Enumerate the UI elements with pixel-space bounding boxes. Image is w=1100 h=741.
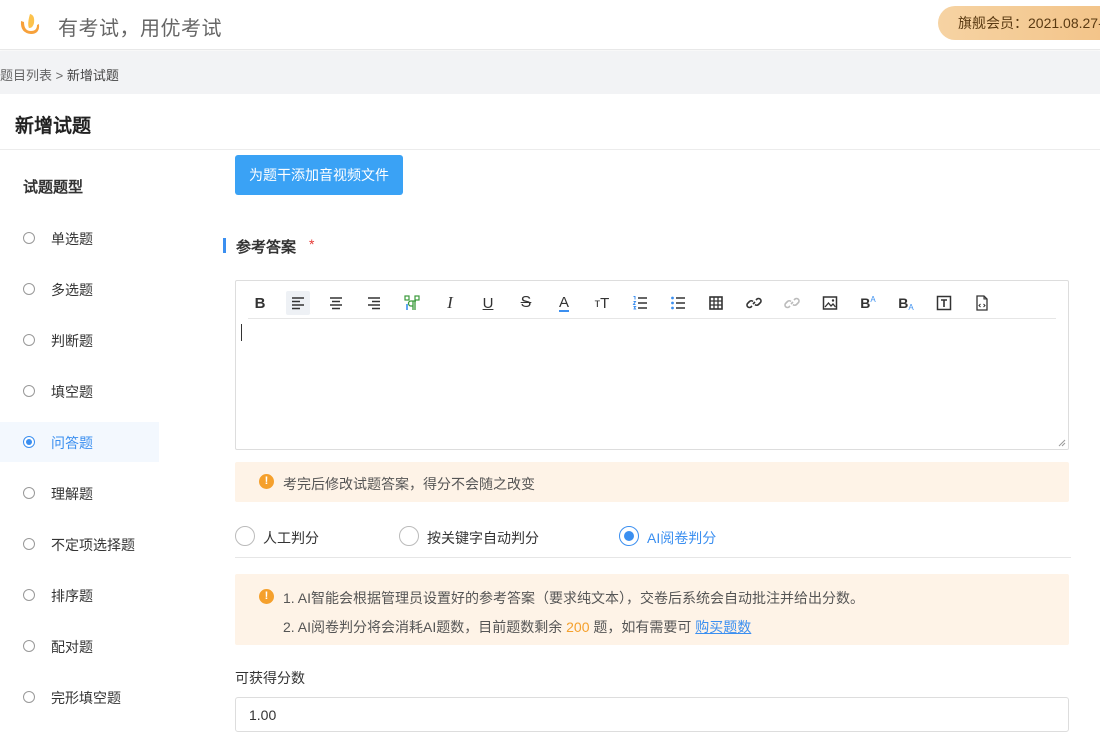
sidebar-item-question-type[interactable]: 填空题 [0, 371, 159, 411]
align-left-icon[interactable] [286, 291, 310, 315]
membership-badge[interactable]: 旗舰会员：2021.08.27- [938, 6, 1100, 40]
ai-notice-line2-suffix: 题，如有需要可 [593, 619, 692, 635]
radio-dot[interactable] [23, 283, 35, 295]
radio-label: 按关键字自动判分 [427, 530, 539, 546]
sidebar-item-label: 配对题 [51, 639, 93, 655]
top-bar: 有考试，用优考试 旗舰会员：2021.08.27- [0, 0, 1100, 50]
text-caret [241, 324, 242, 341]
superscript-icon[interactable]: BA [856, 291, 880, 315]
answer-change-notice: ! 考完后修改试题答案，得分不会随之改变 [235, 462, 1069, 502]
align-right-icon[interactable] [362, 291, 386, 315]
format-paragraph-icon[interactable] [400, 291, 424, 315]
font-color-icon[interactable]: A [552, 291, 576, 315]
radio-dot[interactable] [23, 487, 35, 499]
underline-icon[interactable]: U [476, 291, 500, 315]
radio-dot[interactable] [23, 385, 35, 397]
editor-toolbar: B I U S A тT B A B A [248, 287, 1056, 319]
radio-dot[interactable] [23, 691, 35, 703]
score-input[interactable] [235, 697, 1069, 732]
bold-icon[interactable]: B [248, 291, 272, 315]
sidebar-item-question-type[interactable]: 完形填空题 [0, 677, 159, 717]
ai-notice-line2-prefix: 2. AI阅卷判分将会消耗AI题数，目前题数剩余 [283, 619, 563, 635]
sidebar-item-question-type[interactable]: 理解题 [0, 473, 159, 513]
link-icon[interactable] [742, 291, 766, 315]
answer-editor[interactable]: B I U S A тT B A B A [235, 280, 1069, 450]
sidebar-item-question-type[interactable]: 配对题 [0, 626, 159, 666]
answer-change-notice-text: 考完后修改试题答案，得分不会随之改变 [283, 476, 535, 492]
unlink-icon[interactable] [780, 291, 804, 315]
breadcrumb-parent[interactable]: 题目列表 [0, 68, 52, 83]
sidebar-item-question-type[interactable]: 单选题 [0, 218, 159, 258]
sidebar-item-label: 理解题 [51, 486, 93, 502]
radio-label: 人工判分 [263, 530, 319, 546]
sidebar-item-label: 完形填空题 [51, 690, 121, 706]
sidebar-item-label: 问答题 [51, 435, 93, 451]
radio-dot[interactable] [23, 589, 35, 601]
radio-label: AI阅卷判分 [647, 530, 717, 546]
required-mark: * [309, 236, 315, 252]
question-type-sidebar: 试题题型 单选题多选题判断题填空题问答题理解题不定项选择题 排序题配对题完形填空题 [0, 150, 160, 741]
ai-notice-line1: 1. AI智能会根据管理员设置好的参考答案（要求纯文本），交卷后系统会自动批注并… [283, 590, 865, 606]
ai-notice-line2: 2. AI阅卷判分将会消耗AI题数，目前题数剩余 200 题，如有需要可 购买题… [283, 617, 751, 637]
breadcrumb-separator: > [55, 68, 64, 83]
sidebar-item-question-type[interactable]: 多选题 [0, 269, 159, 309]
radio-dot[interactable] [23, 436, 35, 448]
grading-mode-group: 人工判分 按关键字自动判分 AI阅卷判分 [235, 520, 1071, 558]
breadcrumb: 题目列表 > 新增试题 [0, 65, 119, 84]
sidebar-item-label: 判断题 [51, 333, 93, 349]
score-label: 可获得分数 [235, 670, 305, 686]
radio-circle[interactable] [619, 526, 639, 546]
image-icon[interactable] [818, 291, 842, 315]
buy-questions-link[interactable]: 购买题数 [695, 619, 751, 635]
file-code-icon[interactable] [970, 291, 994, 315]
unordered-list-icon[interactable] [666, 291, 690, 315]
brand-slogan: 有考试，用优考试 [58, 18, 222, 40]
sidebar-item-question-type[interactable]: 排序题 [0, 575, 159, 615]
sidebar-heading: 试题题型 [23, 179, 84, 196]
resize-handle-icon[interactable] [1058, 439, 1066, 447]
radio-dot[interactable] [23, 334, 35, 346]
sidebar-item-label: 多选题 [51, 282, 93, 298]
sidebar-item-question-type[interactable]: 问答题 [0, 422, 159, 462]
section-accent-bar [223, 238, 226, 253]
ordered-list-icon[interactable] [628, 291, 652, 315]
ai-grading-notice: ! 1. AI智能会根据管理员设置好的参考答案（要求纯文本），交卷后系统会自动批… [235, 574, 1069, 645]
breadcrumb-bar: 题目列表 > 新增试题 [0, 51, 1100, 94]
text-box-icon[interactable] [932, 291, 956, 315]
warning-icon: ! [259, 474, 274, 489]
logo-icon [20, 14, 40, 34]
warning-icon: ! [259, 589, 274, 604]
table-icon[interactable] [704, 291, 728, 315]
breadcrumb-current: 新增试题 [66, 68, 119, 83]
align-center-icon[interactable] [324, 291, 348, 315]
radio-circle[interactable] [235, 526, 255, 546]
title-divider [0, 149, 1100, 150]
sidebar-item-question-type[interactable]: 判断题 [0, 320, 159, 360]
subscript-icon[interactable]: BA [894, 291, 918, 315]
strikethrough-icon[interactable]: S [514, 291, 538, 315]
sidebar-item-question-type[interactable]: 不定项选择题 [0, 524, 159, 564]
remaining-count: 200 [566, 619, 590, 635]
page-title: 新增试题 [15, 116, 92, 137]
radio-circle[interactable] [399, 526, 419, 546]
font-size-icon[interactable]: тT [590, 291, 614, 315]
sidebar-item-label: 填空题 [51, 384, 93, 400]
answer-section-title: 参考答案 [236, 239, 297, 256]
radio-dot[interactable] [23, 538, 35, 550]
add-media-button[interactable]: 为题干添加音视频文件 [235, 155, 403, 195]
sidebar-item-label: 排序题 [51, 588, 93, 604]
radio-dot[interactable] [23, 232, 35, 244]
italic-icon[interactable]: I [438, 291, 462, 315]
sidebar-item-label: 单选题 [51, 231, 93, 247]
radio-dot[interactable] [23, 640, 35, 652]
sidebar-item-label: 不定项选择题 [51, 537, 135, 553]
